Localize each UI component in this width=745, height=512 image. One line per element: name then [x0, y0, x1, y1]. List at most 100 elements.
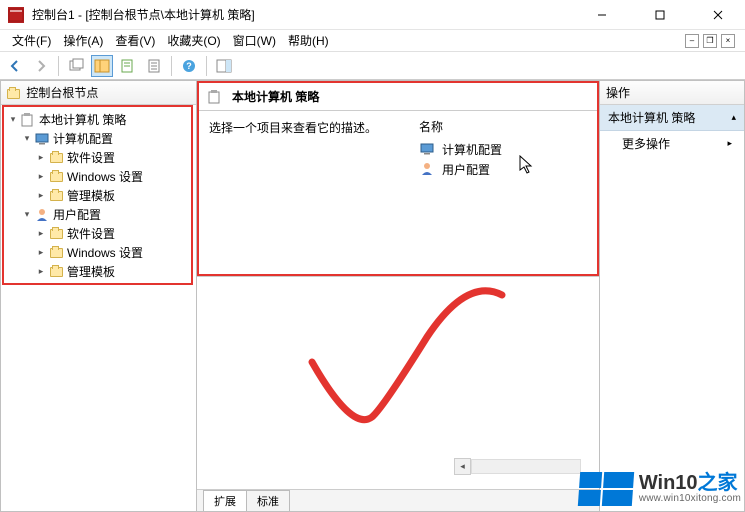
action-more[interactable]: 更多操作 ▸: [600, 131, 744, 156]
properties-button[interactable]: [143, 55, 165, 77]
scroll-left-icon[interactable]: ◂: [454, 458, 471, 475]
user-icon: [419, 161, 435, 177]
tree-node-label: 管理模板: [67, 187, 115, 204]
nav-forward-button[interactable]: [30, 55, 52, 77]
description-area: 选择一个项目来查看它的描述。: [199, 111, 409, 274]
actions-section[interactable]: 本地计算机 策略 ▴: [600, 105, 744, 131]
actions-pane: 操作 本地计算机 策略 ▴ 更多操作 ▸: [600, 80, 745, 512]
policy-icon: [20, 112, 36, 128]
folder-icon: [48, 169, 64, 185]
list-item-computer-config[interactable]: 计算机配置: [415, 139, 591, 159]
expand-icon[interactable]: ▾: [6, 113, 20, 127]
watermark: Win10之家 www.win10xitong.com: [579, 472, 741, 506]
tree-node-label: 管理模板: [67, 263, 115, 280]
user-icon: [34, 207, 50, 223]
tab-standard[interactable]: 标准: [246, 490, 290, 511]
folder-icon: [48, 245, 64, 261]
menu-action[interactable]: 操作(A): [57, 30, 109, 51]
expand-icon[interactable]: ▸: [34, 189, 48, 203]
expand-icon[interactable]: ▾: [20, 208, 34, 222]
details-header-title: 本地计算机 策略: [232, 88, 319, 105]
watermark-url: www.win10xitong.com: [639, 494, 741, 505]
scroll-track[interactable]: [471, 459, 581, 474]
tree-node-software-settings-1[interactable]: ▸ 软件设置: [4, 148, 191, 167]
tree-content: ▾ 本地计算机 策略 ▾ 计算机配置 ▸ 软件设置 ▸ Windows 设置 ▸: [2, 105, 193, 285]
menu-bar: 文件(F) 操作(A) 查看(V) 收藏夹(O) 窗口(W) 帮助(H) – ❐…: [0, 30, 745, 52]
expand-icon[interactable]: ▾: [20, 132, 34, 146]
tree-node-windows-settings-2[interactable]: ▸ Windows 设置: [4, 243, 191, 262]
chevron-right-icon: ▸: [727, 138, 732, 149]
nav-back-button[interactable]: [4, 55, 26, 77]
tree-pane: 控制台根节点 ▾ 本地计算机 策略 ▾ 计算机配置 ▸ 软件设置 ▸ Windo…: [0, 80, 197, 512]
help-button[interactable]: ?: [178, 55, 200, 77]
actions-header-label: 操作: [606, 84, 630, 101]
tree-node-user-config[interactable]: ▾ 用户配置: [4, 205, 191, 224]
minimize-button[interactable]: [585, 5, 619, 25]
expand-icon[interactable]: ▸: [34, 227, 48, 241]
folder-icon: [48, 150, 64, 166]
computer-icon: [419, 141, 435, 157]
view-tabs: 扩展 标准: [197, 489, 599, 511]
column-header-name[interactable]: 名称: [415, 115, 591, 139]
annotation-checkmark: [267, 287, 527, 447]
tree-node-admin-templates-1[interactable]: ▸ 管理模板: [4, 186, 191, 205]
watermark-brand: Win10之家: [639, 473, 741, 494]
tree-node-computer-config[interactable]: ▾ 计算机配置: [4, 129, 191, 148]
expand-icon[interactable]: ▸: [34, 265, 48, 279]
export-list-button[interactable]: [117, 55, 139, 77]
tree-node-label: 软件设置: [67, 225, 115, 242]
details-header: 本地计算机 策略: [199, 83, 597, 111]
app-icon: [8, 7, 24, 23]
expand-icon[interactable]: ▸: [34, 170, 48, 184]
list-item-user-config[interactable]: 用户配置: [415, 159, 591, 179]
list-item-label: 计算机配置: [442, 141, 502, 158]
tree-node-windows-settings-1[interactable]: ▸ Windows 设置: [4, 167, 191, 186]
mdi-restore-button[interactable]: ❐: [703, 34, 717, 48]
folder-icon: [48, 264, 64, 280]
folder-icon: [48, 226, 64, 242]
details-pane: 本地计算机 策略 选择一个项目来查看它的描述。 名称 计算机配置: [197, 80, 600, 512]
mdi-close-button[interactable]: ×: [721, 34, 735, 48]
menu-file[interactable]: 文件(F): [6, 30, 57, 51]
windows-logo-icon: [578, 472, 634, 506]
menu-window[interactable]: 窗口(W): [227, 30, 282, 51]
tree-node-label: 计算机配置: [53, 130, 113, 147]
window-title: 控制台1 - [控制台根节点\本地计算机 策略]: [32, 6, 255, 23]
tree-node-admin-templates-2[interactable]: ▸ 管理模板: [4, 262, 191, 281]
expand-icon[interactable]: ▸: [34, 246, 48, 260]
toolbar: ?: [0, 52, 745, 80]
tree-node-label: 软件设置: [67, 149, 115, 166]
tree-node-label: 本地计算机 策略: [39, 111, 126, 128]
show-hide-tree-button[interactable]: [91, 55, 113, 77]
chevron-up-icon: ▴: [731, 112, 736, 123]
new-window-button[interactable]: [65, 55, 87, 77]
tree-node-policy[interactable]: ▾ 本地计算机 策略: [4, 110, 191, 129]
expand-icon[interactable]: ▸: [34, 151, 48, 165]
close-button[interactable]: [701, 5, 735, 25]
action-more-label: 更多操作: [622, 135, 670, 152]
tree-node-label: Windows 设置: [67, 244, 143, 261]
tab-extended[interactable]: 扩展: [203, 490, 247, 511]
folder-icon: [48, 188, 64, 204]
actions-header: 操作: [600, 81, 744, 105]
show-hide-action-pane-button[interactable]: [213, 55, 235, 77]
main-area: 控制台根节点 ▾ 本地计算机 策略 ▾ 计算机配置 ▸ 软件设置 ▸ Windo…: [0, 80, 745, 512]
mdi-minimize-button[interactable]: –: [685, 34, 699, 48]
folder-icon: [7, 89, 20, 99]
svg-text:?: ?: [186, 61, 192, 71]
horizontal-scrollbar[interactable]: ◂: [205, 458, 583, 475]
menu-view[interactable]: 查看(V): [109, 30, 161, 51]
list-item-label: 用户配置: [442, 161, 490, 178]
items-list: 名称 计算机配置 用户配置: [409, 111, 597, 274]
computer-icon: [34, 131, 50, 147]
menu-help[interactable]: 帮助(H): [282, 30, 335, 51]
tree-root-header[interactable]: 控制台根节点: [1, 81, 196, 105]
description-prompt: 选择一个项目来查看它的描述。: [209, 121, 377, 135]
maximize-button[interactable]: [643, 5, 677, 25]
menu-favorites[interactable]: 收藏夹(O): [161, 30, 226, 51]
tree-node-software-settings-2[interactable]: ▸ 软件设置: [4, 224, 191, 243]
window-titlebar: 控制台1 - [控制台根节点\本地计算机 策略]: [0, 0, 745, 30]
tree-node-label: 用户配置: [53, 206, 101, 223]
tree-node-label: Windows 设置: [67, 168, 143, 185]
actions-section-label: 本地计算机 策略: [608, 109, 695, 126]
